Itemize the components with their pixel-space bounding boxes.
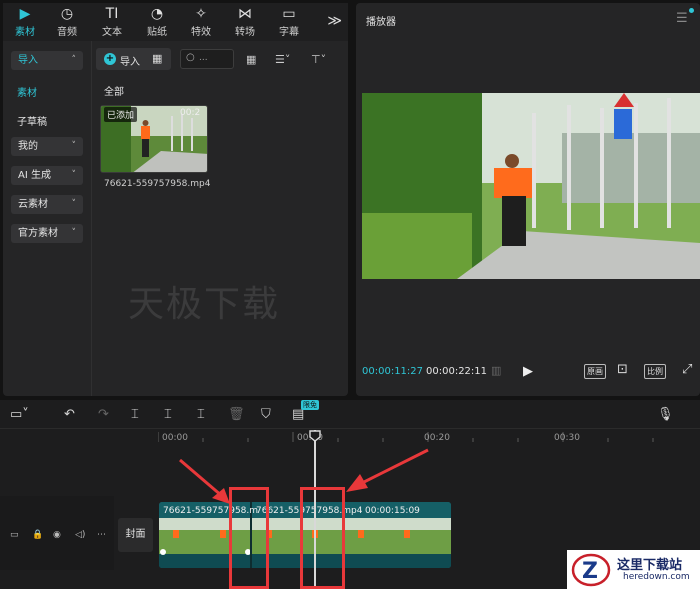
player-title: 播放器 (366, 17, 396, 28)
search-input[interactable]: ○ ... (180, 49, 234, 69)
top-tab-bar: ▶ 素材 ◷ 音频 TI 文本 ◔ 贴纸 ✧ 特效 ⋈ 转场 ▭ 字幕 ≫ (3, 3, 348, 41)
qr-code-icon[interactable]: ▦ (152, 52, 162, 65)
tab-audio[interactable]: ◷ 音频 (45, 5, 89, 39)
split-left-icon[interactable]: ⌶ (164, 407, 172, 422)
preview-frame (362, 93, 700, 279)
svg-text:Z: Z (582, 559, 598, 584)
tab-sticker[interactable]: ◔ 贴纸 (135, 5, 179, 39)
watermark: 天极下载 (128, 284, 281, 325)
free-badge: 限免 (301, 400, 319, 410)
ratio-button[interactable]: 比例 (644, 364, 666, 379)
tab-subtitle[interactable]: ▭ 字幕 (267, 5, 311, 39)
clip-duration: 00:2 (180, 108, 201, 118)
split-right-icon[interactable]: ⌶ (197, 407, 205, 422)
chevron-down-icon: ˅ (71, 141, 77, 151)
tab-text[interactable]: TI 文本 (90, 5, 134, 39)
subtitle-icon: ▭ (282, 6, 296, 22)
nav-official[interactable]: 官方素材 ˅ (11, 224, 83, 243)
tick-label: 00:00 (162, 433, 188, 443)
more-icon[interactable]: ⋯ (97, 530, 106, 540)
chevron-up-icon: ˄ (71, 55, 77, 65)
screenshot-icon[interactable]: ⊡ (617, 362, 628, 377)
annotation-arrows (179, 448, 429, 504)
text-icon: TI (105, 6, 119, 22)
filter-icon[interactable]: ⊤˅ (311, 53, 326, 66)
logo-emblem-icon: Z (571, 553, 611, 587)
video-preview[interactable] (362, 93, 700, 279)
chevron-down-icon: ˅ (71, 199, 77, 209)
site-logo: Z 这里下载站 heredown.com (567, 550, 700, 589)
microphone-icon[interactable]: 🎙 (657, 407, 674, 422)
chevron-down-icon: ˅ (71, 228, 77, 238)
audio-icon: ◷ (60, 6, 74, 22)
tab-transition[interactable]: ⋈ 转场 (223, 5, 267, 39)
menu-icon[interactable]: ☰ (676, 11, 688, 26)
original-quality-button[interactable]: 原画 (584, 364, 606, 379)
eye-icon[interactable]: ◉ (53, 530, 61, 540)
total-timecode: 00:00:22:11 (426, 366, 488, 377)
audio-mute-icon[interactable]: ◁) (75, 530, 85, 540)
nav-material[interactable]: 素材 (17, 84, 37, 99)
tab-media[interactable]: ▶ 素材 (3, 5, 47, 39)
all-label: 全部 (104, 87, 124, 98)
more-tabs-icon[interactable]: ≫ (327, 13, 342, 29)
tick-label: 00:20 (424, 433, 450, 443)
nav-ai-gen[interactable]: AI 生成 ˅ (11, 166, 83, 185)
nav-cloud[interactable]: 云素材 ˅ (11, 195, 83, 214)
nav-sub-draft[interactable]: 子草稿 (17, 113, 47, 128)
notification-dot (689, 8, 694, 13)
clip-filename: 76621-559757958.mp4 (104, 179, 211, 189)
tick-label: 00:30 (554, 433, 580, 443)
current-timecode: 00:00:11:27 (362, 366, 424, 377)
search-icon: ○ (186, 52, 195, 63)
grid-view-icon[interactable]: ▦ (246, 53, 256, 66)
play-button[interactable]: ▶ (523, 364, 533, 379)
delete-icon[interactable]: 🗑 (228, 407, 245, 422)
marker-icon[interactable]: ⛉ (261, 407, 271, 422)
plus-icon: + (104, 53, 116, 65)
sort-icon[interactable]: ☰˅ (275, 53, 290, 66)
playhead-handle[interactable] (309, 430, 321, 442)
waveform-icon[interactable]: ▥ (491, 364, 501, 377)
nav-mine[interactable]: 我的 ˅ (11, 137, 83, 156)
added-badge: 已添加 (104, 107, 138, 122)
transition-icon: ⋈ (238, 6, 252, 22)
media-icon: ▶ (19, 6, 31, 22)
lock-icon[interactable]: 🔒 (32, 530, 43, 540)
split-icon[interactable]: ⌶ (131, 407, 139, 422)
sticker-icon: ◔ (150, 6, 164, 22)
divider (0, 428, 700, 429)
import-button[interactable]: + 导入 ▦ (96, 48, 171, 70)
nav-import[interactable]: 导入 ˄ (11, 51, 83, 70)
track-type-icon: ▭ (10, 530, 19, 540)
undo-icon[interactable]: ↶ (64, 407, 75, 422)
redo-icon[interactable]: ↷ (98, 407, 109, 422)
effects-icon: ✧ (195, 6, 207, 22)
tab-effects[interactable]: ✧ 特效 (179, 5, 223, 39)
chevron-down-icon: ˅ (71, 170, 77, 180)
cover-button[interactable]: 封面 (118, 518, 153, 552)
fullscreen-icon[interactable]: ⤢ (682, 362, 692, 377)
layout-icon[interactable]: ▭˅ (10, 407, 29, 422)
divider (91, 41, 92, 396)
playhead-handle-icon (309, 430, 321, 442)
